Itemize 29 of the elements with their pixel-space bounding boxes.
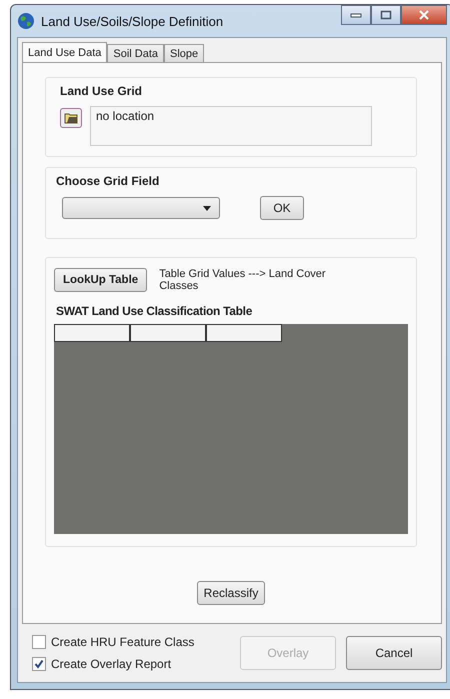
browse-button[interactable] bbox=[60, 108, 82, 128]
dropdown-arrow-icon bbox=[203, 206, 211, 210]
close-icon bbox=[418, 10, 430, 20]
close-button[interactable] bbox=[401, 5, 447, 25]
dialog-button[interactable]: Cancel bbox=[346, 636, 442, 670]
grid-field-dropdown[interactable] bbox=[62, 197, 220, 219]
group-title: Land Use Grid bbox=[60, 84, 144, 98]
folder-icon bbox=[64, 112, 78, 124]
maximize-button[interactable] bbox=[371, 5, 401, 25]
checkbox[interactable] bbox=[32, 657, 46, 671]
group-title: Choose Grid Field bbox=[56, 174, 160, 188]
window-title: Land Use/Soils/Slope Definition bbox=[41, 14, 224, 28]
globe-icon bbox=[17, 12, 35, 30]
tab[interactable]: Land Use Data bbox=[22, 42, 108, 62]
checkbox[interactable] bbox=[32, 635, 46, 649]
lookup-description: Table Grid Values ---> Land Cover Classes bbox=[159, 268, 327, 292]
lookup-table-button[interactable]: LookUp Table bbox=[54, 268, 148, 292]
ok-button[interactable]: OK bbox=[260, 196, 304, 220]
check-icon bbox=[34, 659, 44, 669]
location-field[interactable]: no location bbox=[90, 106, 372, 146]
checkbox-option[interactable]: Create HRU Feature Class bbox=[32, 635, 230, 649]
maximize-icon bbox=[380, 10, 392, 20]
reclassify-button[interactable]: Reclassify bbox=[196, 581, 266, 605]
checkbox-option[interactable]: Create Overlay Report bbox=[32, 657, 230, 671]
minimize-button[interactable] bbox=[341, 5, 371, 25]
tab[interactable]: Soil Data bbox=[107, 44, 164, 62]
table-title: SWAT Land Use Classification Table bbox=[56, 304, 254, 318]
minimize-icon bbox=[350, 11, 362, 19]
tab[interactable]: Slope bbox=[164, 44, 204, 62]
